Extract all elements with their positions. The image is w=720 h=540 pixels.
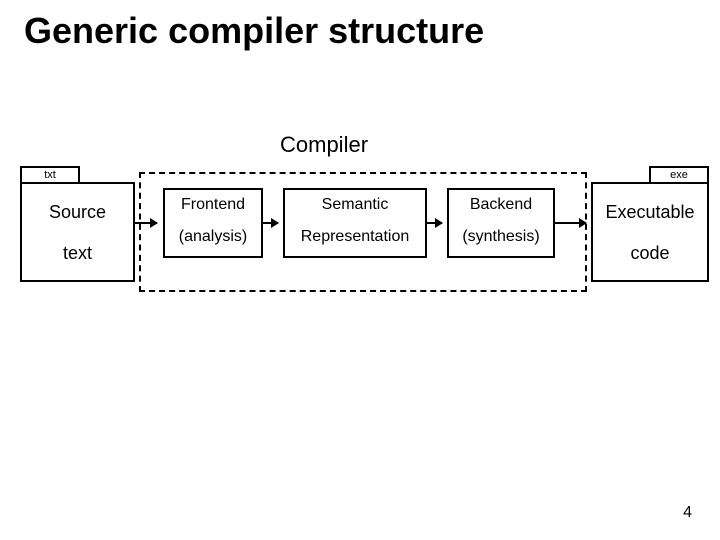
backend-line1: Backend [449,196,553,214]
source-line2: text [22,243,133,264]
frontend-line1: Frontend [165,196,261,214]
semantic-line2: Representation [285,228,425,246]
frontend-box: Frontend (analysis) [163,188,263,258]
arrow-icon [133,222,157,224]
executable-tag: exe [649,166,709,184]
semantic-box: Semantic Representation [283,188,427,258]
slide-title: Generic compiler structure [24,10,484,52]
page-number: 4 [683,504,692,522]
executable-box: exe Executable code [591,182,709,282]
compiler-label: Compiler [280,132,368,158]
arrow-icon [425,222,442,224]
semantic-line1: Semantic [285,196,425,214]
executable-line1: Executable [593,202,707,223]
source-tag: txt [20,166,80,184]
source-box: txt Source text [20,182,135,282]
executable-line2: code [593,243,707,264]
source-line1: Source [22,202,133,223]
arrow-icon [261,222,278,224]
slide: Generic compiler structure Compiler txt … [0,0,720,540]
frontend-line2: (analysis) [165,228,261,246]
backend-box: Backend (synthesis) [447,188,555,258]
arrow-icon [553,222,586,224]
backend-line2: (synthesis) [449,228,553,246]
